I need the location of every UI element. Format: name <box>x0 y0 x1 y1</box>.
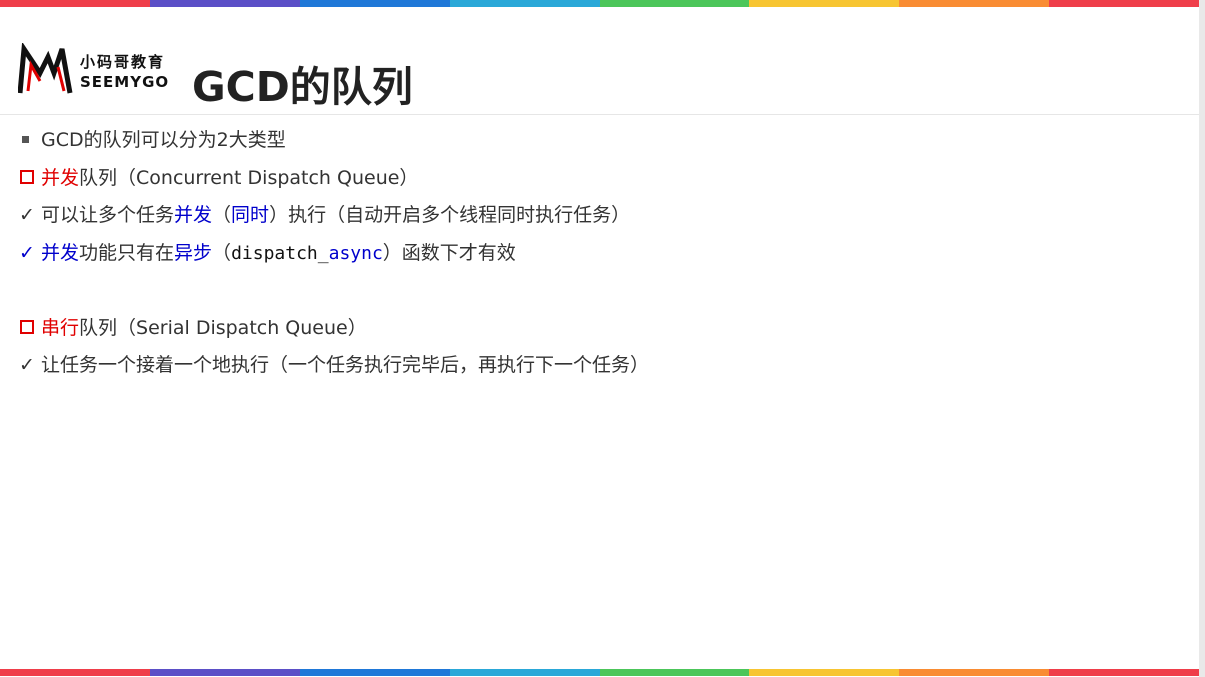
concurrent-heading-text: 队列（Concurrent Dispatch Queue） <box>79 167 419 189</box>
top-color-stripe <box>0 0 1199 7</box>
mj-logo-icon <box>18 43 73 94</box>
brand-logo: 小码哥教育 SEEMYGO <box>18 43 173 95</box>
text-span: 让任务一个接着一个地执行（一个任务执行完毕后，再执行下一个任务） <box>41 354 650 376</box>
highlight-span: 同时 <box>231 204 270 226</box>
bottom-color-stripe <box>0 669 1199 676</box>
text-span: （ <box>212 204 232 226</box>
intro-line: GCD的队列可以分为2大类型 <box>18 127 286 153</box>
intro-text: GCD的队列可以分为2大类型 <box>41 129 286 151</box>
text-span: 功能只有在 <box>79 242 175 264</box>
box-bullet-icon <box>20 170 34 184</box>
text-span: （ <box>212 242 232 264</box>
concurrent-point-2: ✓ 并发功能只有在异步（dispatch_async）函数下才有效 <box>18 240 516 266</box>
logo-chinese-text: 小码哥教育 <box>80 53 166 71</box>
window-edge <box>1199 0 1205 677</box>
slide: 小码哥教育 SEEMYGO GCD的队列 GCD的队列可以分为2大类型 并发队列… <box>0 0 1199 677</box>
concurrent-label: 并发 <box>41 167 80 189</box>
check-icon: ✓ <box>19 242 35 264</box>
check-icon: ✓ <box>19 204 35 226</box>
serial-heading: 串行队列（Serial Dispatch Queue） <box>18 315 367 341</box>
serial-label: 串行 <box>41 317 80 339</box>
code-span: dispatch_ <box>231 243 329 264</box>
box-bullet-icon <box>20 320 34 334</box>
text-span: ）执行（自动开启多个线程同时执行任务） <box>269 204 631 226</box>
square-bullet-icon <box>22 135 29 143</box>
concurrent-heading: 并发队列（Concurrent Dispatch Queue） <box>18 165 418 191</box>
highlight-span: 并发 <box>41 242 80 264</box>
logo-english-text: SEEMYGO <box>80 73 170 91</box>
check-icon: ✓ <box>19 354 35 376</box>
text-span: ）函数下才有效 <box>382 242 516 264</box>
highlight-span: 异步 <box>174 242 213 264</box>
code-highlight-span: async <box>328 243 383 264</box>
highlight-span: 并发 <box>174 204 213 226</box>
slide-header: 小码哥教育 SEEMYGO GCD的队列 <box>0 7 1199 115</box>
text-span: 可以让多个任务 <box>41 204 175 226</box>
page-title: GCD的队列 <box>192 63 413 111</box>
serial-heading-text: 队列（Serial Dispatch Queue） <box>79 317 367 339</box>
concurrent-point-1: ✓ 可以让多个任务并发（同时）执行（自动开启多个线程同时执行任务） <box>18 202 630 228</box>
serial-point-1: ✓ 让任务一个接着一个地执行（一个任务执行完毕后，再执行下一个任务） <box>18 352 649 378</box>
